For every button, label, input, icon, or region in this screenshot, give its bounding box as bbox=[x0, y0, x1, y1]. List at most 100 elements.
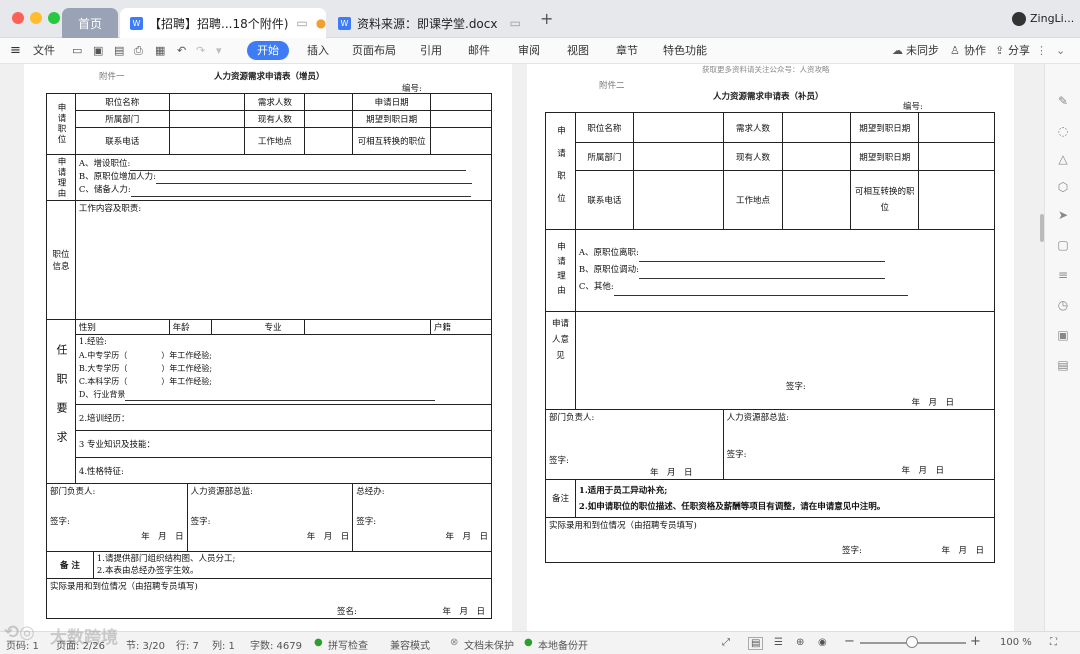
field-major[interactable] bbox=[304, 319, 432, 335]
field-expect-date[interactable] bbox=[918, 112, 995, 143]
lock-icon[interactable]: ▢ bbox=[1056, 238, 1070, 252]
backup-status[interactable]: 本地备份开 bbox=[538, 637, 588, 652]
spell-check-button[interactable]: 拼写检查 bbox=[328, 637, 368, 652]
tab-insert[interactable]: 插入 bbox=[307, 41, 329, 60]
tab-references[interactable]: 引用 bbox=[420, 41, 442, 60]
tab-home-label: 首页 bbox=[77, 16, 102, 31]
page-right[interactable]: 获取更多资料请关注公众号：人资攻略 附件二 人力资源需求申请表（补员） 编号: … bbox=[527, 64, 1014, 631]
export-pdf-icon[interactable]: ▤ bbox=[114, 41, 124, 60]
field-need-count[interactable] bbox=[782, 112, 852, 143]
document-canvas[interactable]: 附件一 人力资源需求申请表（增员） 编号: 申请职位 职位名称 需求人数 申请日… bbox=[0, 64, 1044, 631]
tab-document-2[interactable]: W 资料来源：即课学堂.docx ▭ bbox=[328, 8, 528, 38]
field-phone[interactable] bbox=[168, 127, 246, 155]
style-icon[interactable]: △ bbox=[1056, 152, 1070, 166]
collapse-ribbon-icon[interactable]: ⌄ bbox=[1056, 41, 1065, 60]
protection-status[interactable]: 文档未保护 bbox=[464, 637, 514, 652]
watermark: 大数跨境 bbox=[50, 628, 118, 648]
reason-a: A、增设职位: bbox=[78, 159, 131, 169]
reason-c-line[interactable] bbox=[613, 295, 908, 296]
print-icon[interactable]: ⎙ bbox=[134, 41, 143, 60]
share-button[interactable]: 分享 bbox=[1008, 41, 1030, 60]
format-painter-icon[interactable]: ▦ bbox=[155, 41, 165, 60]
eye-protect-icon[interactable]: ◉ bbox=[818, 637, 827, 648]
adjust-icon[interactable]: ≡ bbox=[1056, 268, 1070, 282]
tab-chapter[interactable]: 章节 bbox=[616, 41, 638, 60]
more-dropdown-icon[interactable]: ▾ bbox=[216, 41, 222, 60]
status-section: 节: 3/20 bbox=[126, 641, 166, 652]
avatar[interactable] bbox=[1012, 12, 1026, 26]
status-words[interactable]: 字数: 4679 bbox=[250, 637, 302, 652]
field-need-count[interactable] bbox=[304, 93, 354, 111]
field-dept[interactable] bbox=[632, 142, 724, 171]
field-dept[interactable] bbox=[168, 110, 246, 128]
redo-icon[interactable]: ↷ bbox=[196, 41, 205, 60]
label-gm: 总经办: bbox=[356, 487, 385, 497]
label-major: 专业 bbox=[264, 323, 282, 333]
fit-page-icon[interactable]: ⛶ bbox=[1050, 637, 1057, 648]
zoom-level[interactable]: 100 % bbox=[1000, 637, 1032, 648]
tab-start[interactable]: 开始 bbox=[247, 41, 289, 60]
open-folder-icon[interactable]: ▭ bbox=[72, 41, 82, 60]
history-icon[interactable]: ◷ bbox=[1056, 298, 1070, 312]
tab-view[interactable]: 视图 bbox=[567, 41, 589, 60]
collab-button[interactable]: 协作 bbox=[964, 41, 986, 60]
field-work-place[interactable] bbox=[304, 127, 354, 155]
remark-2: 2.本表由总经办签字生效。 bbox=[96, 566, 199, 576]
label-need-count: 需求人数 bbox=[244, 93, 306, 111]
edit-pen-icon[interactable]: ✎ bbox=[1056, 94, 1070, 108]
field-age[interactable]: 专业 bbox=[210, 319, 306, 335]
field-position-name[interactable] bbox=[168, 93, 246, 111]
outline-view-icon[interactable]: ☰ bbox=[774, 637, 783, 648]
label-age: 年龄 bbox=[168, 319, 212, 335]
field-position-name[interactable] bbox=[632, 112, 724, 143]
field-apply-date[interactable] bbox=[430, 93, 492, 111]
exp-b: B.大专学历（ bbox=[78, 364, 128, 373]
file-menu[interactable]: 文件 bbox=[33, 41, 55, 60]
save-icon[interactable]: ▣ bbox=[93, 41, 103, 60]
close-window-button[interactable] bbox=[12, 12, 24, 24]
zoom-window-button[interactable] bbox=[48, 12, 60, 24]
menu-hamburger-icon[interactable]: ≡ bbox=[10, 41, 21, 60]
web-view-icon[interactable]: ⊕ bbox=[796, 637, 804, 648]
zoom-slider-thumb[interactable] bbox=[906, 636, 918, 648]
field-current-count[interactable] bbox=[304, 110, 354, 128]
field-phone[interactable] bbox=[632, 170, 724, 230]
gallery-icon[interactable]: ▤ bbox=[1056, 358, 1070, 372]
settings-icon[interactable]: ⬡ bbox=[1056, 180, 1070, 194]
fullscreen-icon[interactable]: ⤢ bbox=[722, 637, 730, 648]
field-expect-date-2[interactable] bbox=[918, 142, 995, 171]
undo-icon[interactable]: ↶ bbox=[177, 41, 186, 60]
label-traits: 4.性格特征: bbox=[74, 457, 493, 484]
tab-page-layout[interactable]: 页面布局 bbox=[352, 41, 396, 60]
page-view-icon[interactable]: ▤ bbox=[748, 637, 764, 650]
new-tab-plus-icon[interactable]: + bbox=[540, 9, 553, 28]
reason-c-line[interactable] bbox=[130, 196, 471, 197]
zoom-out-button[interactable]: − bbox=[844, 634, 855, 649]
field-switchable[interactable] bbox=[430, 127, 492, 155]
reason-a: A、原职位离职: bbox=[578, 248, 639, 258]
tab-special-features[interactable]: 特色功能 bbox=[663, 41, 707, 60]
field-work-place[interactable] bbox=[782, 170, 852, 230]
word-doc-icon: W bbox=[338, 16, 351, 30]
cursor-icon[interactable]: ➤ bbox=[1056, 208, 1070, 222]
field-switchable[interactable] bbox=[918, 170, 995, 230]
page-left[interactable]: 附件一 人力资源需求申请表（增员） 编号: 申请职位 职位名称 需求人数 申请日… bbox=[24, 64, 512, 631]
label-sign: 签字: bbox=[549, 456, 569, 466]
exp-d-line[interactable] bbox=[125, 400, 436, 401]
shapes-icon[interactable]: ◌ bbox=[1056, 124, 1070, 138]
tab-mail[interactable]: 邮件 bbox=[468, 41, 490, 60]
more-options-icon[interactable]: ⋮ bbox=[1036, 41, 1047, 60]
tab-home[interactable]: 首页 bbox=[62, 8, 118, 38]
sync-status[interactable]: 未同步 bbox=[906, 41, 939, 60]
section-requirements: 任职要求 bbox=[46, 319, 76, 484]
field-current-count[interactable] bbox=[782, 142, 852, 171]
image-icon[interactable]: ▣ bbox=[1056, 328, 1070, 342]
label-sign: 签字: bbox=[190, 517, 211, 527]
tab-title: 资料来源：即课学堂.docx bbox=[357, 16, 498, 31]
tab-document-active[interactable]: W 【招聘】招聘...18个附件) ▭ ● bbox=[120, 8, 326, 38]
minimize-window-button[interactable] bbox=[30, 12, 42, 24]
zoom-in-button[interactable]: + bbox=[970, 634, 981, 649]
user-name[interactable]: ZingLi... bbox=[1030, 12, 1074, 25]
tab-review[interactable]: 审阅 bbox=[518, 41, 540, 60]
field-expect-date[interactable] bbox=[430, 110, 492, 128]
